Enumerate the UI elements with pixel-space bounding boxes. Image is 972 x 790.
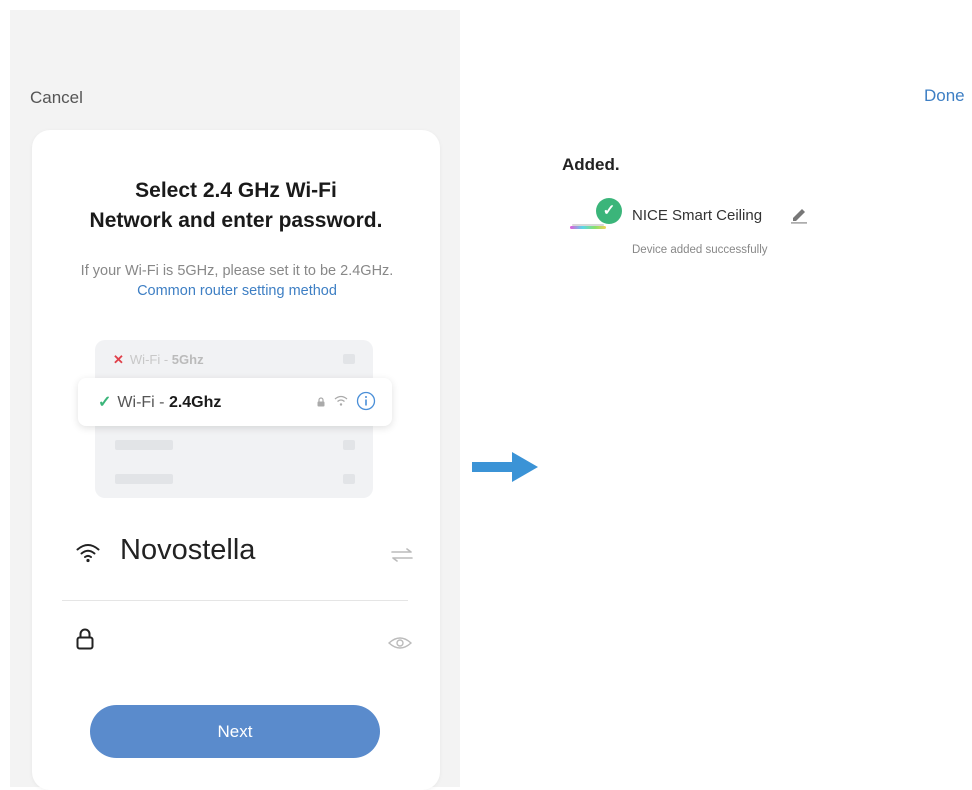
- band-hint: If your Wi-Fi is 5GHz, please set it to …: [62, 261, 412, 301]
- success-check-icon: ✓: [596, 198, 622, 224]
- wifi-5ghz-row: ✕ Wi-Fi - 5Ghz: [113, 352, 204, 368]
- wifi-24ghz-label: ✓ Wi-Fi - 2.4Ghz: [98, 392, 221, 412]
- device-status: Device added successfully: [632, 244, 768, 256]
- placeholder-line: [115, 440, 173, 450]
- wifi-5ghz-prefix: Wi-Fi -: [129, 352, 172, 367]
- wifi-setup-screen: Cancel Select 2.4 GHz Wi-Fi Network and …: [10, 10, 460, 790]
- password-input[interactable]: [112, 624, 386, 660]
- wifi-setup-card: Select 2.4 GHz Wi-Fi Network and enter p…: [32, 130, 440, 790]
- wifi-small-icon: [334, 395, 348, 406]
- info-icon: [356, 391, 376, 411]
- wifi-24ghz-prefix: Wi-Fi -: [117, 394, 169, 411]
- placeholder-icon: [343, 354, 355, 364]
- title-line-2: Network and enter password.: [89, 209, 383, 232]
- check-icon: ✓: [98, 394, 112, 411]
- band-hint-text: If your Wi-Fi is 5GHz, please set it to …: [80, 263, 394, 279]
- lock-icon: [76, 628, 94, 650]
- show-password-icon[interactable]: [388, 636, 412, 650]
- next-button[interactable]: Next: [90, 705, 380, 758]
- wifi-24ghz-band: 2.4Ghz: [168, 394, 222, 411]
- arrow-right-icon: [472, 452, 538, 482]
- router-setting-link[interactable]: Common router setting method: [137, 283, 337, 299]
- placeholder-line: [115, 474, 173, 484]
- added-heading: Added.: [562, 155, 620, 174]
- title-line-1: Select 2.4 GHz Wi-Fi: [135, 179, 337, 202]
- switch-network-icon[interactable]: [390, 548, 414, 562]
- wifi-24ghz-row: ✓ Wi-Fi - 2.4Ghz: [78, 378, 392, 426]
- cross-icon: ✕: [113, 352, 124, 367]
- lock-small-icon: [317, 397, 325, 407]
- placeholder-icon: [343, 474, 355, 484]
- edit-icon[interactable]: [790, 206, 808, 224]
- device-name: NICE Smart Ceiling: [632, 207, 763, 224]
- wifi-ssid[interactable]: Novostella: [120, 534, 255, 567]
- done-button[interactable]: Done: [924, 86, 965, 106]
- wifi-icon: [76, 544, 100, 563]
- wifi-5ghz-band: 5Ghz: [171, 352, 204, 367]
- placeholder-icon: [343, 440, 355, 450]
- cancel-button[interactable]: Cancel: [30, 88, 83, 108]
- divider: [62, 600, 408, 601]
- page-title: Select 2.4 GHz Wi-Fi Network and enter p…: [32, 176, 440, 236]
